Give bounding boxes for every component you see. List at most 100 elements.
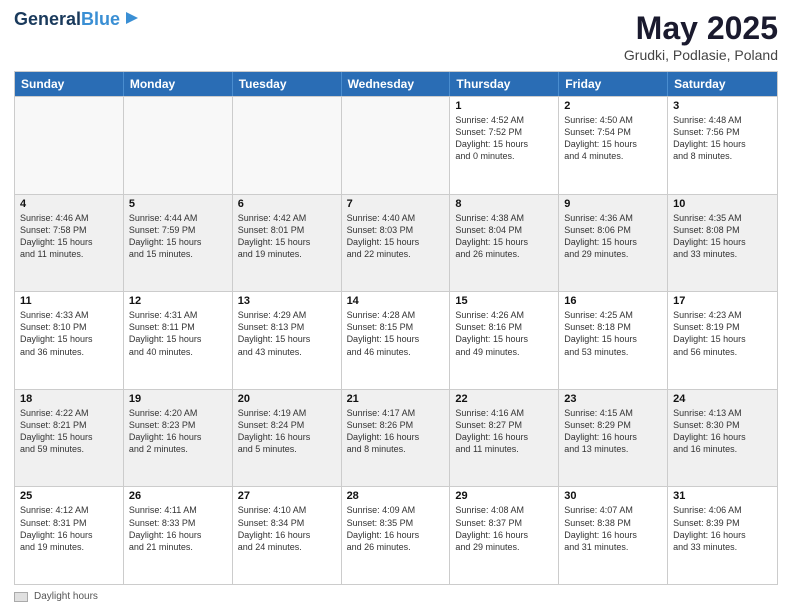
day-cell-13: 13 Sunrise: 4:29 AM Sunset: 8:13 PM Dayli… [233, 292, 342, 389]
day-cell-empty [124, 97, 233, 194]
day-number: 9 [564, 198, 662, 210]
footer: Daylight hours [14, 591, 778, 602]
cell-content: Sunrise: 4:08 AM Sunset: 8:37 PM Dayligh… [455, 504, 553, 553]
day-cell-20: 20Sunrise: 4:19 AM Sunset: 8:24 PM Dayli… [233, 390, 342, 487]
day-number: 19 [129, 393, 227, 405]
day-number: 12 [129, 295, 227, 307]
day-number: 21 [347, 393, 445, 405]
day-header-thursday: Thursday [450, 72, 559, 96]
day-number: 22 [455, 393, 553, 405]
day-cell-18: 18 Sunrise: 4:22 AM Sunset: 8:21 PM Dayli… [15, 390, 124, 487]
day-number: 4 [20, 198, 118, 210]
cell-content: Sunrise: 4:15 AM Sunset: 8:29 PM Dayligh… [564, 407, 662, 456]
cell-content: Sunrise: 4:09 AM Sunset: 8:35 PM Dayligh… [347, 504, 445, 553]
calendar-row-2: 4Sunrise: 4:46 AM Sunset: 7:58 PM Daylig… [15, 194, 777, 292]
day-number: 7 [347, 198, 445, 210]
day-number: 10 [673, 198, 772, 210]
day-cell-5: 5 Sunrise: 4:44 AM Sunset: 7:59 PM Daylig… [124, 195, 233, 292]
day-number: 20 [238, 393, 336, 405]
day-number: 27 [238, 490, 336, 502]
logo-text: GeneralBlue [14, 10, 120, 30]
cell-content: Sunrise: 4:16 AM Sunset: 8:27 PM Dayligh… [455, 407, 553, 456]
day-cell-16: 16Sunrise: 4:25 AM Sunset: 8:18 PM Dayli… [559, 292, 668, 389]
day-cell-1: 1Sunrise: 4:52 AM Sunset: 7:52 PM Daylig… [450, 97, 559, 194]
cell-content: Sunrise: 4:07 AM Sunset: 8:38 PM Dayligh… [564, 504, 662, 553]
cell-content: Sunrise: 4:17 AM Sunset: 8:26 PM Dayligh… [347, 407, 445, 456]
day-number: 5 [129, 198, 227, 210]
day-cell-19: 19 Sunrise: 4:20 AM Sunset: 8:23 PM Dayli… [124, 390, 233, 487]
day-number: 28 [347, 490, 445, 502]
cell-content: Sunrise: 4:44 AM Sunset: 7:59 PM Dayligh… [129, 212, 227, 261]
day-cell-empty [342, 97, 451, 194]
calendar-row-5: 25Sunrise: 4:12 AM Sunset: 8:31 PM Dayli… [15, 486, 777, 584]
calendar-row-4: 18 Sunrise: 4:22 AM Sunset: 8:21 PM Dayli… [15, 389, 777, 487]
day-cell-29: 29Sunrise: 4:08 AM Sunset: 8:37 PM Dayli… [450, 487, 559, 584]
calendar: SundayMondayTuesdayWednesdayThursdayFrid… [14, 71, 778, 585]
cell-content: Sunrise: 4:33 AM Sunset: 8:10 PM Dayligh… [20, 309, 118, 358]
footer-label: Daylight hours [34, 591, 98, 602]
day-number: 18 [20, 393, 118, 405]
day-number: 16 [564, 295, 662, 307]
day-cell-30: 30 Sunrise: 4:07 AM Sunset: 8:38 PM Dayli… [559, 487, 668, 584]
day-header-monday: Monday [124, 72, 233, 96]
day-header-wednesday: Wednesday [342, 72, 451, 96]
day-cell-24: 24 Sunrise: 4:13 AM Sunset: 8:30 PM Dayli… [668, 390, 777, 487]
day-cell-empty [233, 97, 342, 194]
day-cell-15: 15Sunrise: 4:26 AM Sunset: 8:16 PM Dayli… [450, 292, 559, 389]
logo: GeneralBlue [14, 10, 142, 30]
day-number: 26 [129, 490, 227, 502]
cell-content: Sunrise: 4:40 AM Sunset: 8:03 PM Dayligh… [347, 212, 445, 261]
cell-content: Sunrise: 4:29 AM Sunset: 8:13 PM Dayligh… [238, 309, 336, 358]
day-cell-25: 25Sunrise: 4:12 AM Sunset: 8:31 PM Dayli… [15, 487, 124, 584]
title-area: May 2025 Grudki, Podlasie, Poland [624, 10, 778, 63]
day-header-sunday: Sunday [15, 72, 124, 96]
day-cell-6: 6 Sunrise: 4:42 AM Sunset: 8:01 PM Daylig… [233, 195, 342, 292]
cell-content: Sunrise: 4:36 AM Sunset: 8:06 PM Dayligh… [564, 212, 662, 261]
calendar-row-1: 1Sunrise: 4:52 AM Sunset: 7:52 PM Daylig… [15, 96, 777, 194]
calendar-body: 1Sunrise: 4:52 AM Sunset: 7:52 PM Daylig… [15, 96, 777, 584]
day-number: 13 [238, 295, 336, 307]
day-number: 2 [564, 100, 662, 112]
day-number: 6 [238, 198, 336, 210]
cell-content: Sunrise: 4:12 AM Sunset: 8:31 PM Dayligh… [20, 504, 118, 553]
day-number: 23 [564, 393, 662, 405]
day-cell-21: 21 Sunrise: 4:17 AM Sunset: 8:26 PM Dayli… [342, 390, 451, 487]
day-number: 3 [673, 100, 772, 112]
header: GeneralBlue May 2025 Grudki, Podlasie, P… [14, 10, 778, 63]
day-number: 24 [673, 393, 772, 405]
day-number: 31 [673, 490, 772, 502]
day-number: 30 [564, 490, 662, 502]
day-cell-17: 17Sunrise: 4:23 AM Sunset: 8:19 PM Dayli… [668, 292, 777, 389]
cell-content: Sunrise: 4:50 AM Sunset: 7:54 PM Dayligh… [564, 114, 662, 163]
main-title: May 2025 [624, 10, 778, 47]
day-header-friday: Friday [559, 72, 668, 96]
day-cell-3: 3Sunrise: 4:48 AM Sunset: 7:56 PM Daylig… [668, 97, 777, 194]
cell-content: Sunrise: 4:22 AM Sunset: 8:21 PM Dayligh… [20, 407, 118, 456]
logo-arrow-icon [122, 8, 142, 28]
calendar-row-3: 11 Sunrise: 4:33 AM Sunset: 8:10 PM Dayli… [15, 291, 777, 389]
daylight-box [14, 592, 28, 602]
day-header-tuesday: Tuesday [233, 72, 342, 96]
cell-content: Sunrise: 4:06 AM Sunset: 8:39 PM Dayligh… [673, 504, 772, 553]
cell-content: Sunrise: 4:38 AM Sunset: 8:04 PM Dayligh… [455, 212, 553, 261]
cell-content: Sunrise: 4:11 AM Sunset: 8:33 PM Dayligh… [129, 504, 227, 553]
day-cell-26: 26 Sunrise: 4:11 AM Sunset: 8:33 PM Dayli… [124, 487, 233, 584]
cell-content: Sunrise: 4:23 AM Sunset: 8:19 PM Dayligh… [673, 309, 772, 358]
cell-content: Sunrise: 4:28 AM Sunset: 8:15 PM Dayligh… [347, 309, 445, 358]
day-cell-11: 11 Sunrise: 4:33 AM Sunset: 8:10 PM Dayli… [15, 292, 124, 389]
day-cell-14: 14Sunrise: 4:28 AM Sunset: 8:15 PM Dayli… [342, 292, 451, 389]
day-number: 15 [455, 295, 553, 307]
day-cell-9: 9 Sunrise: 4:36 AM Sunset: 8:06 PM Daylig… [559, 195, 668, 292]
day-cell-4: 4Sunrise: 4:46 AM Sunset: 7:58 PM Daylig… [15, 195, 124, 292]
cell-content: Sunrise: 4:35 AM Sunset: 8:08 PM Dayligh… [673, 212, 772, 261]
day-number: 8 [455, 198, 553, 210]
day-cell-10: 10 Sunrise: 4:35 AM Sunset: 8:08 PM Dayli… [668, 195, 777, 292]
day-number: 11 [20, 295, 118, 307]
cell-content: Sunrise: 4:20 AM Sunset: 8:23 PM Dayligh… [129, 407, 227, 456]
day-cell-31: 31 Sunrise: 4:06 AM Sunset: 8:39 PM Dayli… [668, 487, 777, 584]
day-cell-empty [15, 97, 124, 194]
cell-content: Sunrise: 4:13 AM Sunset: 8:30 PM Dayligh… [673, 407, 772, 456]
day-number: 1 [455, 100, 553, 112]
cell-content: Sunrise: 4:42 AM Sunset: 8:01 PM Dayligh… [238, 212, 336, 261]
day-cell-12: 12Sunrise: 4:31 AM Sunset: 8:11 PM Dayli… [124, 292, 233, 389]
